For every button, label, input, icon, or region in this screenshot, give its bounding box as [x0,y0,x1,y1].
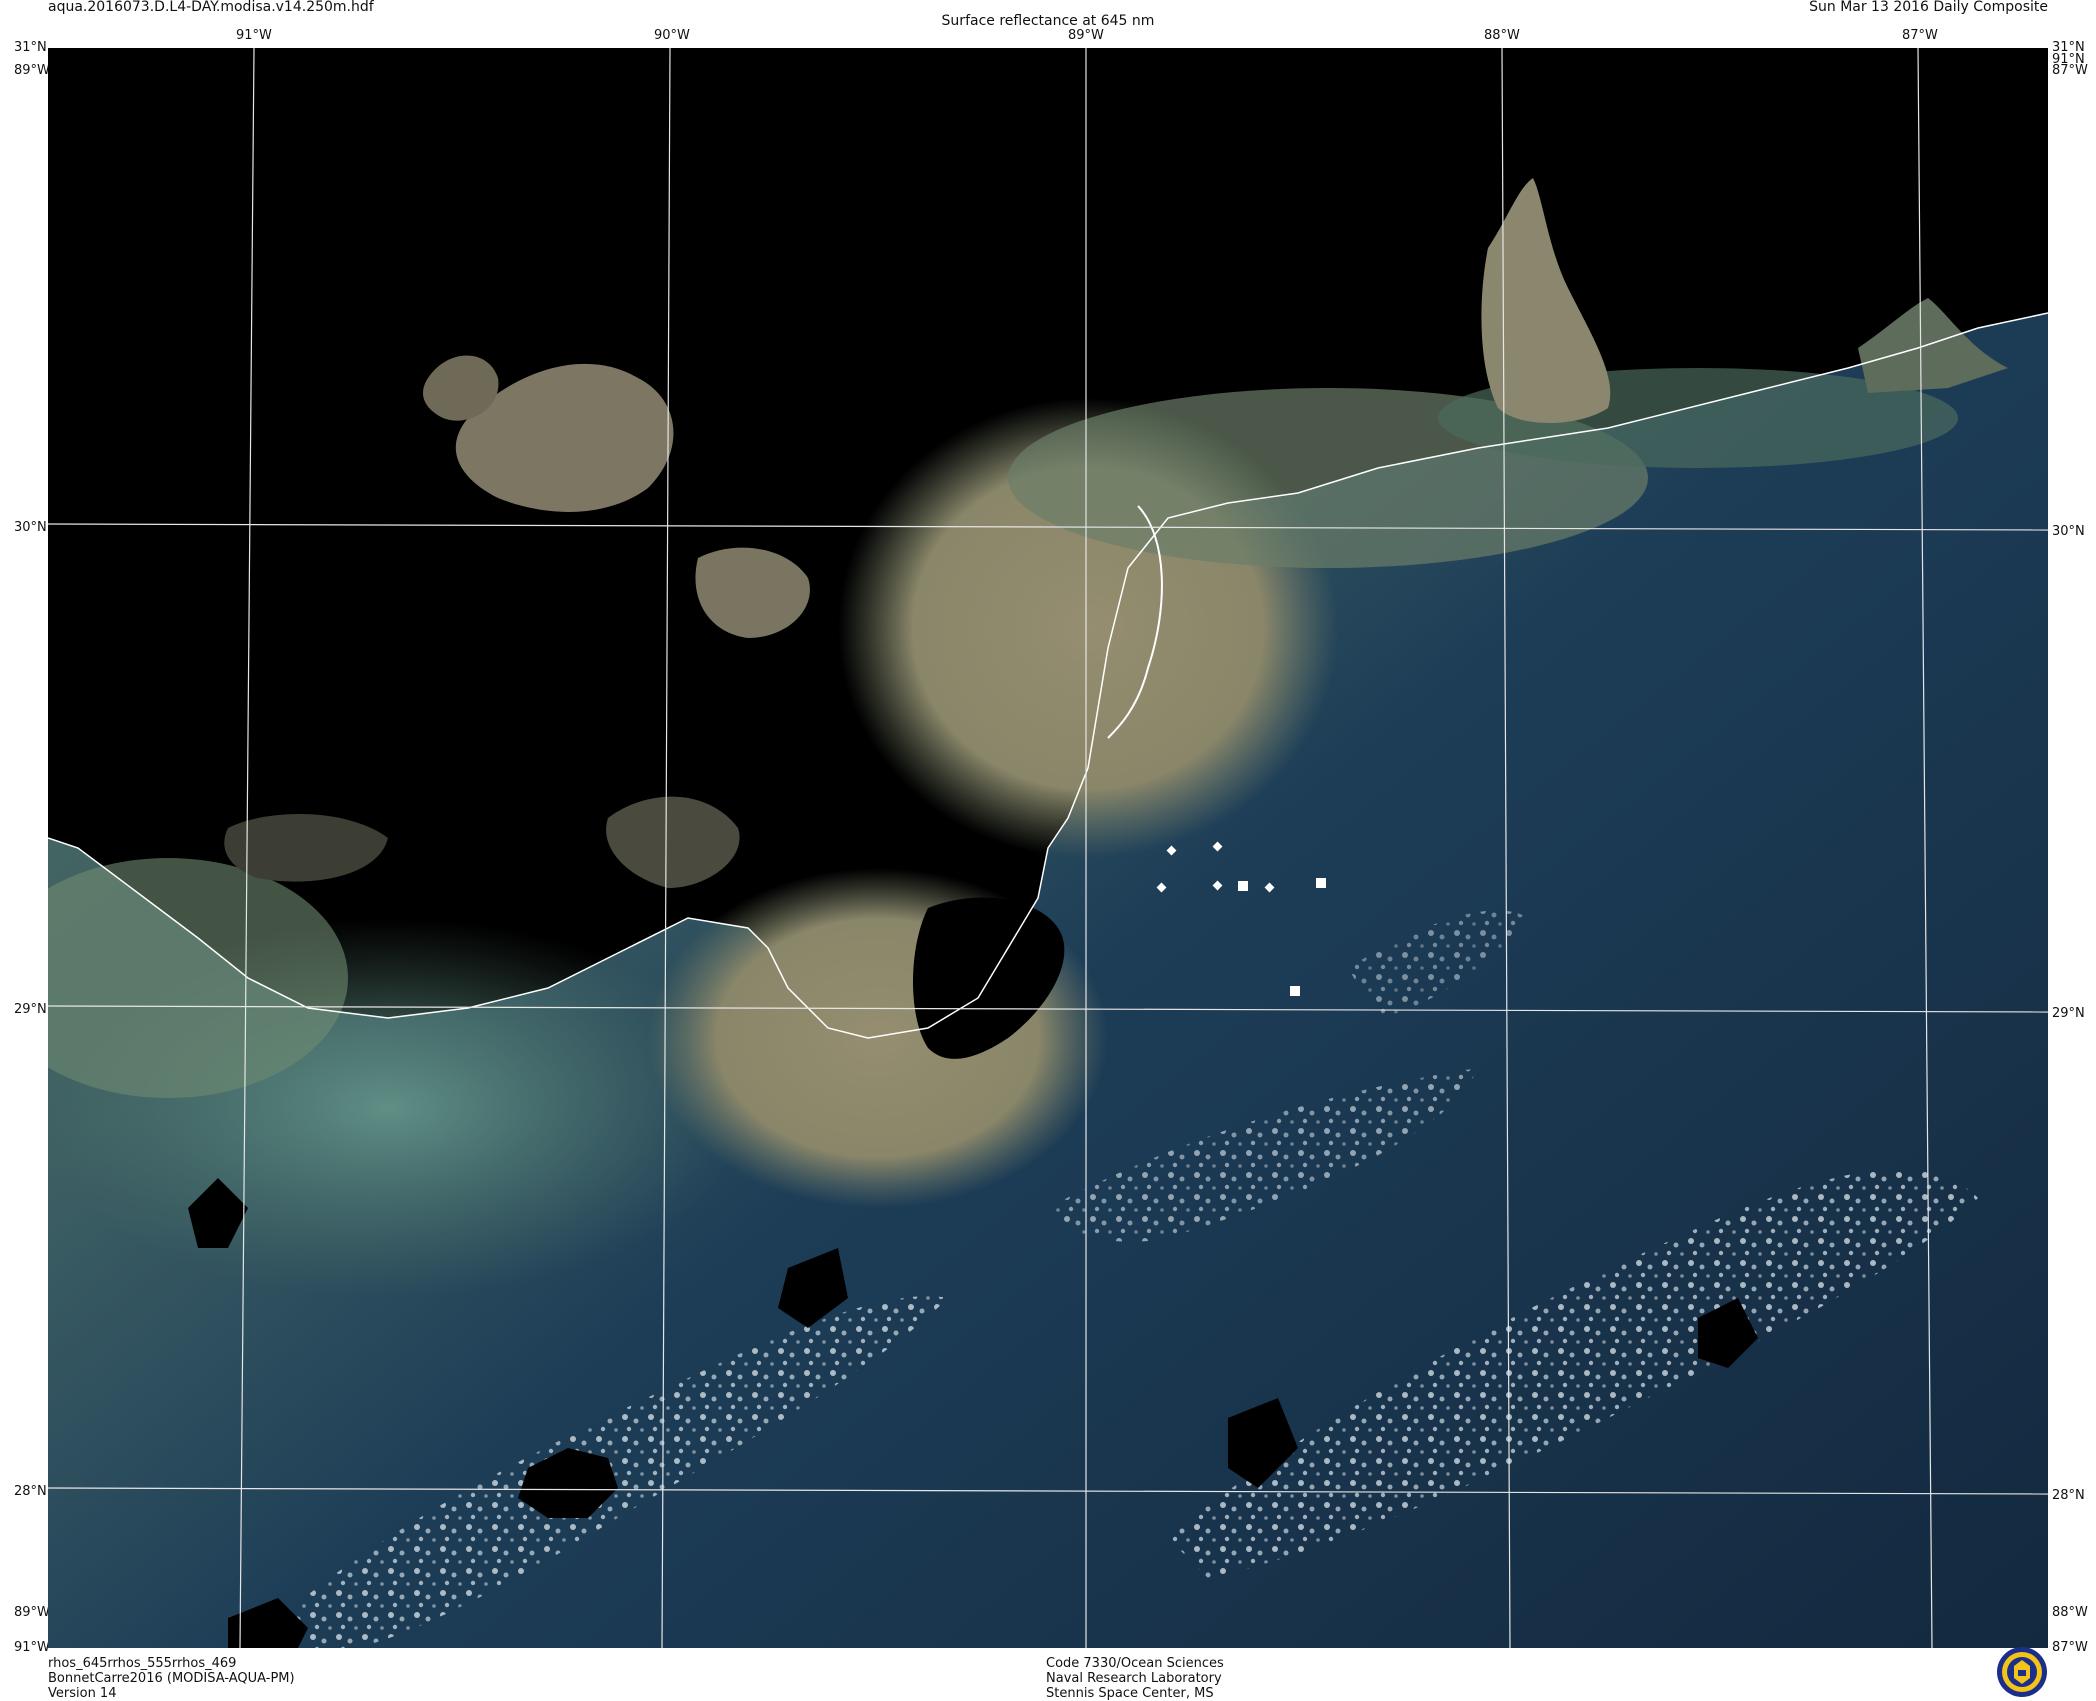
lon-label-87w: 87°W [1902,28,1938,43]
lat-label-left-30n: 30°N [14,520,47,535]
lon-label-88w: 88°W [1484,28,1520,43]
event-label: BonnetCarre2016 (MODISA-AQUA-PM) [48,1671,295,1686]
satellite-map[interactable] [48,48,2048,1648]
lat-label-right-29n: 29°N [2052,1006,2085,1021]
footer-organization: Code 7330/Ocean Sciences Naval Research … [1046,1656,1224,1701]
corner-top-left-lon: 89°W [14,63,50,78]
bands-label: rhos_645rrhos_555rrhos_469 [48,1656,237,1671]
corner-top-left-lat: 31°N [14,40,47,55]
lat-label-left-28n: 28°N [14,1484,47,1499]
lon-label-90w: 90°W [654,28,690,43]
corner-top-right-lon: 87°W [2052,63,2088,78]
footer-product-info: rhos_645rrhos_555rrhos_469 BonnetCarre20… [48,1656,295,1701]
composite-date-label: Sun Mar 13 2016 Daily Composite [1809,0,2048,15]
nrl-seal-logo [1997,1647,2047,1697]
corner-bottom-right-lon2: 87°W [2052,1640,2088,1655]
corner-bottom-left-lon2: 91°W [14,1640,50,1655]
lon-label-89w: 89°W [1068,28,1104,43]
product-title: Surface reflectance at 645 nm [941,13,1155,29]
map-canvas [48,48,2048,1648]
lon-label-91w: 91°W [236,28,272,43]
lat-label-right-28n: 28°N [2052,1488,2085,1503]
org-line-1: Code 7330/Ocean Sciences [1046,1656,1224,1671]
org-line-2: Naval Research Laboratory [1046,1671,1222,1686]
lat-label-left-29n: 29°N [14,1002,47,1017]
lat-label-right-30n: 30°N [2052,524,2085,539]
corner-bottom-right-lon: 88°W [2052,1605,2088,1620]
filename-label: aqua.2016073.D.L4-DAY.modisa.v14.250m.hd… [48,0,374,15]
corner-bottom-left-lon: 89°W [14,1605,50,1620]
